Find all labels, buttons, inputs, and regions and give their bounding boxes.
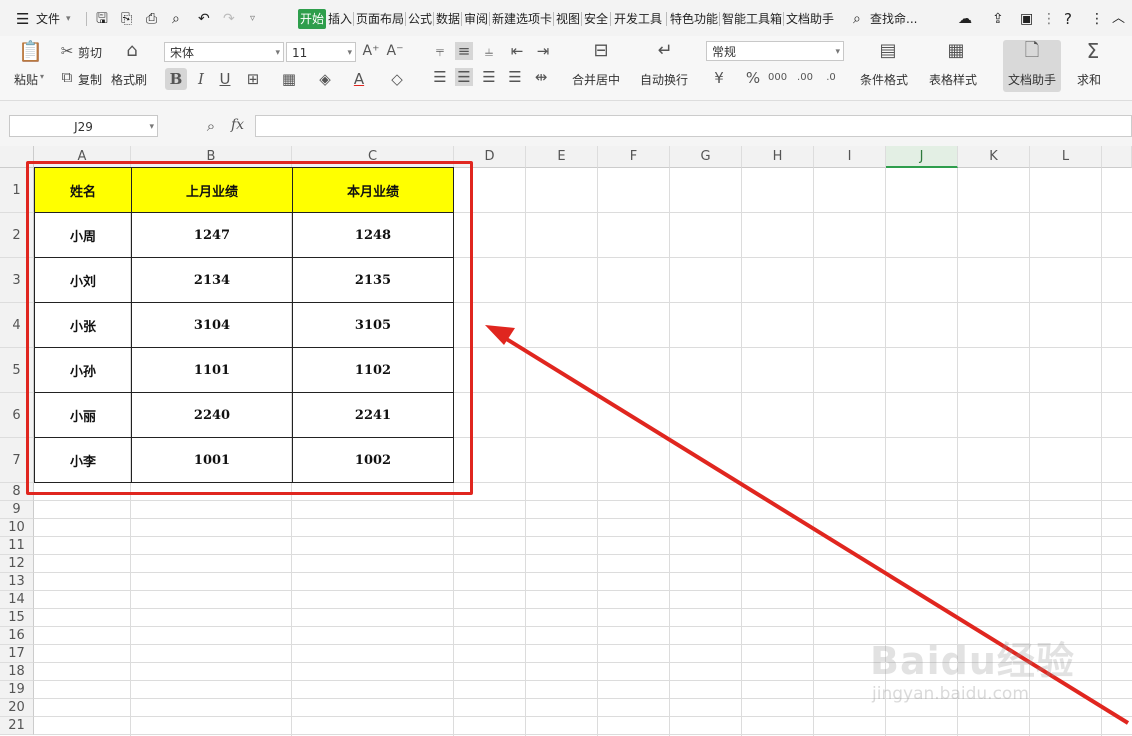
baidu-watermark-logo: Baidu经验 [870,639,1075,683]
watermark-url: jingyan.baidu.com [872,684,1029,704]
annotation-arrow [485,325,1130,725]
